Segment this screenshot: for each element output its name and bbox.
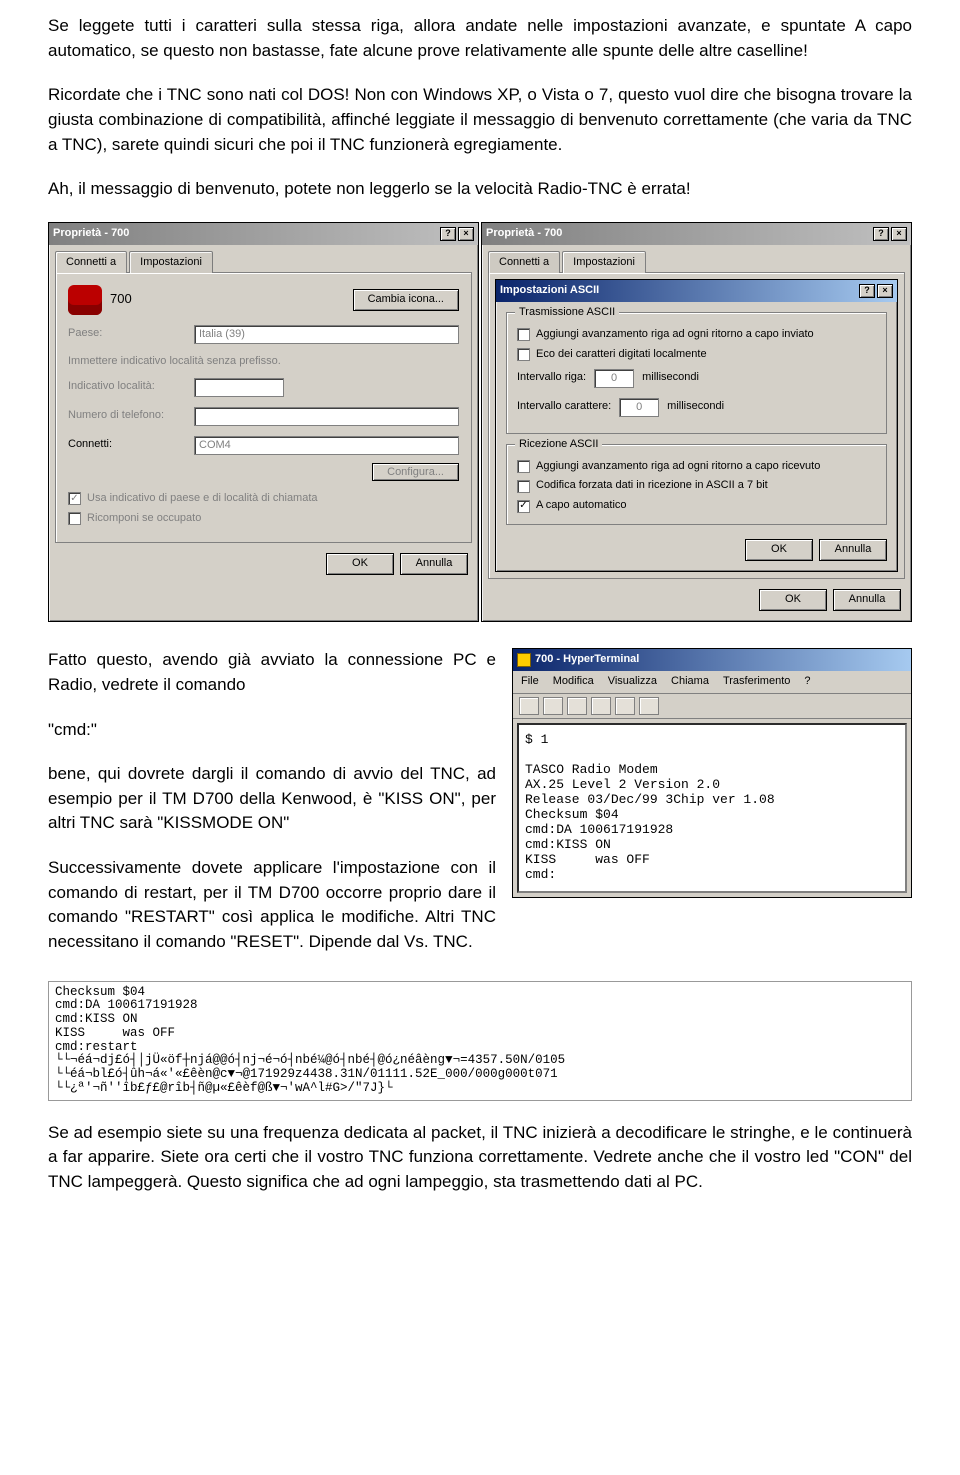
dialog-title: Proprietà - 700 xyxy=(53,226,129,242)
menu-file[interactable]: File xyxy=(521,674,539,690)
tab-connect-to[interactable]: Connetti a xyxy=(55,251,127,273)
paragraph-1: Se leggete tutti i caratteri sulla stess… xyxy=(48,14,912,63)
char-delay-input[interactable]: 0 xyxy=(619,398,659,417)
tx-echo-label: Eco dei caratteri digitati localmente xyxy=(536,347,707,363)
tool-disconnect-icon[interactable] xyxy=(591,697,611,715)
redial-label: Ricomponi se occupato xyxy=(87,511,201,527)
tab-settings[interactable]: Impostazioni xyxy=(129,251,213,273)
rx-wrap-label: A capo automatico xyxy=(536,498,627,514)
inner-title: Impostazioni ASCII xyxy=(500,283,599,299)
rx-7bit-checkbox[interactable] xyxy=(517,480,530,493)
paragraph-3: Ah, il messaggio di benvenuto, potete no… xyxy=(48,177,912,202)
help-icon[interactable]: ? xyxy=(859,284,875,298)
tool-open-icon[interactable] xyxy=(543,697,563,715)
ok-button-inner[interactable]: OK xyxy=(745,539,813,561)
last-paragraph: Se ad esempio siete su una frequenza ded… xyxy=(48,1121,912,1195)
tool-new-icon[interactable] xyxy=(519,697,539,715)
close-icon[interactable]: × xyxy=(877,284,893,298)
connect-label: Connetti: xyxy=(68,437,186,453)
connect-select[interactable]: COM4 xyxy=(194,436,459,455)
ok-button[interactable]: OK xyxy=(326,553,394,575)
use-area-code-label: Usa indicativo di paese e di località di… xyxy=(87,491,318,507)
menu-call[interactable]: Chiama xyxy=(671,674,709,690)
terminal-output-restart: Checksum $04 cmd:DA 100617191928 cmd:KIS… xyxy=(48,981,912,1101)
cancel-button[interactable]: Annulla xyxy=(400,553,468,575)
toolbar xyxy=(513,694,911,719)
app-icon xyxy=(517,653,531,667)
titlebar: Proprietà - 700 ? × xyxy=(482,223,911,245)
hyper-titlebar: 700 - HyperTerminal xyxy=(513,649,911,671)
configure-button[interactable]: Configura... xyxy=(372,463,459,481)
help-icon[interactable]: ? xyxy=(440,227,456,241)
mid-para-2: "cmd:" xyxy=(48,718,496,743)
close-icon[interactable]: × xyxy=(891,227,907,241)
menu-view[interactable]: Visualizza xyxy=(608,674,657,690)
mid-para-3: bene, qui dovrete dargli il comando di a… xyxy=(48,762,496,836)
area-code-label: Indicativo località: xyxy=(68,379,186,395)
menu-edit[interactable]: Modifica xyxy=(553,674,594,690)
tab-connect-to[interactable]: Connetti a xyxy=(488,251,560,273)
dialog-ascii-settings: Impostazioni ASCII ? × Trasmissione ASCI… xyxy=(495,279,898,573)
rx-7bit-label: Codifica forzata dati in ricezione in AS… xyxy=(536,478,768,494)
dialog-properties-connect: Proprietà - 700 ? × Connetti a Impostazi… xyxy=(48,222,479,622)
ok-button[interactable]: OK xyxy=(759,589,827,611)
rx-lf-label: Aggiungi avanzamento riga ad ogni ritorn… xyxy=(536,459,820,475)
use-area-code-checkbox[interactable]: ✓ xyxy=(68,492,81,505)
mid-para-4: Successivamente dovete applicare l'impos… xyxy=(48,856,496,955)
phone-label: Numero di telefono: xyxy=(68,408,186,424)
group-rx: Ricezione ASCII Aggiungi avanzamento rig… xyxy=(506,444,887,526)
menu-transfer[interactable]: Trasferimento xyxy=(723,674,790,690)
group-tx-legend: Trasmissione ASCII xyxy=(515,305,619,321)
line-delay-input[interactable]: 0 xyxy=(594,369,634,388)
mid-para-1: Fatto questo, avendo già avviato la conn… xyxy=(48,648,496,697)
country-select[interactable]: Italia (39) xyxy=(194,325,459,344)
tx-lf-label: Aggiungi avanzamento riga ad ogni ritorn… xyxy=(536,327,814,343)
redial-checkbox[interactable] xyxy=(68,512,81,525)
menubar: File Modifica Visualizza Chiama Trasferi… xyxy=(513,671,911,694)
menu-help[interactable]: ? xyxy=(804,674,810,690)
group-tx: Trasmissione ASCII Aggiungi avanzamento … xyxy=(506,312,887,434)
change-icon-button[interactable]: Cambia icona... xyxy=(353,289,459,311)
paragraph-2: Ricordate che i TNC sono nati col DOS! N… xyxy=(48,83,912,157)
screenshots-row: Proprietà - 700 ? × Connetti a Impostazi… xyxy=(48,222,912,622)
phone-input[interactable] xyxy=(194,407,459,426)
rx-wrap-checkbox[interactable]: ✓ xyxy=(517,500,530,513)
tx-echo-checkbox[interactable] xyxy=(517,348,530,361)
area-code-input[interactable] xyxy=(194,378,284,397)
tool-connect-icon[interactable] xyxy=(567,697,587,715)
char-delay-label: Intervallo carattere: xyxy=(517,399,611,415)
cancel-button-inner[interactable]: Annulla xyxy=(819,539,887,561)
tool-properties-icon[interactable] xyxy=(639,697,659,715)
dialog-properties-ascii: Proprietà - 700 ? × Connetti a Impostazi… xyxy=(481,222,912,622)
titlebar: Proprietà - 700 ? × xyxy=(49,223,478,245)
tab-settings[interactable]: Impostazioni xyxy=(562,251,646,273)
country-label: Paese: xyxy=(68,326,186,342)
tx-lf-checkbox[interactable] xyxy=(517,328,530,341)
ms-label: millisecondi xyxy=(667,399,724,415)
hyperterminal-window: 700 - HyperTerminal File Modifica Visual… xyxy=(512,648,912,898)
prefix-note: Immettere indicativo località senza pref… xyxy=(68,354,459,370)
tool-send-icon[interactable] xyxy=(615,697,635,715)
line-delay-label: Intervallo riga: xyxy=(517,370,586,386)
cancel-button[interactable]: Annulla xyxy=(833,589,901,611)
hyper-title: 700 - HyperTerminal xyxy=(535,652,639,668)
help-icon[interactable]: ? xyxy=(873,227,889,241)
dialog-title: Proprietà - 700 xyxy=(486,226,562,242)
terminal-output[interactable]: $ 1 TASCO Radio Modem AX.25 Level 2 Vers… xyxy=(517,723,907,893)
phone-icon xyxy=(68,285,102,315)
section-hyperterminal: Fatto questo, avendo già avviato la conn… xyxy=(48,648,912,974)
rx-lf-checkbox[interactable] xyxy=(517,460,530,473)
connection-name: 700 xyxy=(110,290,345,309)
titlebar-inner: Impostazioni ASCII ? × xyxy=(496,280,897,302)
group-rx-legend: Ricezione ASCII xyxy=(515,437,602,453)
close-icon[interactable]: × xyxy=(458,227,474,241)
ms-label: millisecondi xyxy=(642,370,699,386)
